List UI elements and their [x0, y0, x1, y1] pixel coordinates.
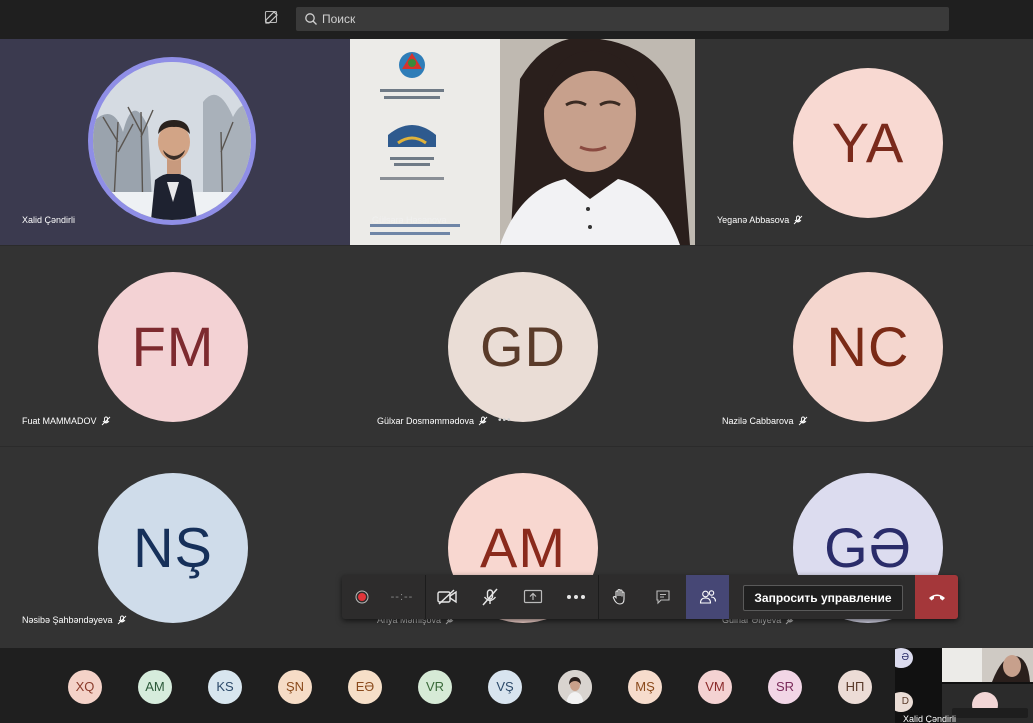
meeting-timer: --:--: [380, 575, 424, 619]
strip-avatar[interactable]: SR: [768, 670, 802, 704]
preview-avatar: Ə: [895, 648, 913, 668]
divider: [598, 575, 599, 619]
preview-controls: [952, 708, 1028, 718]
participant-name-label: Gülxar Dosməmmədova: [377, 415, 475, 426]
avatar: FM: [98, 272, 248, 422]
camera-off-icon[interactable]: [427, 575, 467, 619]
participant-name-label: Fuat MAMMADOV: [22, 416, 97, 426]
strip-avatar[interactable]: MŞ: [628, 670, 662, 704]
avatar: NC: [793, 272, 943, 422]
participant-name-label: Gülsarə Həsənova: [372, 215, 447, 225]
participant-tile[interactable]: FM Fuat MAMMADOV: [0, 246, 350, 446]
mic-off-icon: [793, 215, 803, 225]
participant-name-label: Nazilə Cabbarova: [722, 416, 794, 426]
participant-tile[interactable]: Gülsarə Həsənova: [350, 39, 695, 245]
strip-avatar[interactable]: VŞ: [488, 670, 522, 704]
participant-name: Nazilə Cabbarova: [722, 416, 808, 426]
strip-avatar[interactable]: VR: [418, 670, 452, 704]
mic-off-icon: [117, 615, 126, 625]
self-preview[interactable]: Ə D Xalid Çəndirli: [895, 648, 1033, 723]
strip-avatar[interactable]: НП: [838, 670, 872, 704]
participant-name: Fuat MAMMADOV: [22, 416, 111, 426]
avatar: [93, 62, 251, 220]
compose-icon[interactable]: [262, 9, 282, 29]
more-icon[interactable]: [556, 575, 596, 619]
mic-off-icon: [798, 416, 807, 426]
participant-tile[interactable]: Xalid Çəndirli: [0, 39, 350, 245]
strip-avatar[interactable]: KS: [208, 670, 242, 704]
strip-avatar[interactable]: VM: [698, 670, 732, 704]
participant-tile[interactable]: NŞ Nəsibə Şahbəndəyeva: [0, 447, 350, 648]
participant-name-label: Yeganə Abbasova: [717, 215, 790, 225]
search-icon: [305, 13, 317, 25]
hang-up-icon[interactable]: [915, 575, 958, 619]
participants-icon[interactable]: [686, 575, 729, 619]
mic-off-icon: [101, 416, 110, 426]
participant-tile[interactable]: GD Gülxar Dosməmmədova •••: [350, 246, 695, 446]
participant-grid: Xalid Çəndirli Gülsarə Həsənova YA Yegan…: [0, 39, 1033, 648]
mic-off-icon[interactable]: [470, 575, 510, 619]
strip-avatar-photo[interactable]: [558, 670, 592, 704]
preview-name: Xalid Çəndirli: [903, 714, 957, 723]
participant-name: Xalid Çəndirli: [22, 215, 75, 225]
avatar: GD: [448, 272, 598, 422]
participant-strip: XQ AM KS ŞN EƏ VR VŞ MŞ VM SR НП: [0, 648, 895, 723]
meeting-controls: --:-- Запросить управление: [342, 575, 958, 619]
divider: [425, 575, 426, 619]
participant-name: Gülxar Dosməmmədova •••: [377, 415, 512, 426]
preview-video: [942, 648, 1033, 682]
avatar: YA: [793, 68, 943, 218]
strip-avatar[interactable]: EƏ: [348, 670, 382, 704]
share-screen-icon[interactable]: [513, 575, 553, 619]
participant-tile[interactable]: YA Yeganə Abbasova: [695, 39, 1033, 245]
participant-name-label: Xalid Çəndirli: [22, 215, 76, 225]
preview-avatar: D: [895, 692, 913, 712]
participant-tile[interactable]: NC Nazilə Cabbarova: [695, 246, 1033, 446]
strip-avatar[interactable]: ŞN: [278, 670, 312, 704]
avatar-ring: [88, 57, 256, 225]
search-input[interactable]: [322, 7, 922, 31]
chat-icon[interactable]: [643, 575, 683, 619]
strip-avatar[interactable]: XQ: [68, 670, 102, 704]
participant-name-label: Nəsibə Şahbəndəyeva: [22, 615, 113, 625]
mic-off-icon: [478, 416, 488, 425]
participant-name: Yeganə Abbasova: [717, 215, 803, 225]
participant-name: Gülsarə Həsənova: [372, 215, 447, 225]
avatar: NŞ: [98, 473, 248, 623]
more-options-icon[interactable]: •••: [498, 415, 512, 426]
request-control-button[interactable]: Запросить управление: [743, 585, 903, 611]
top-bar: [0, 0, 1033, 39]
timer-label: --:--: [390, 591, 414, 603]
strip-avatar[interactable]: AM: [138, 670, 172, 704]
raise-hand-icon[interactable]: [600, 575, 640, 619]
record-icon[interactable]: [344, 575, 380, 619]
participant-name: Nəsibə Şahbəndəyeva: [22, 615, 127, 625]
search-bar[interactable]: [296, 7, 949, 31]
